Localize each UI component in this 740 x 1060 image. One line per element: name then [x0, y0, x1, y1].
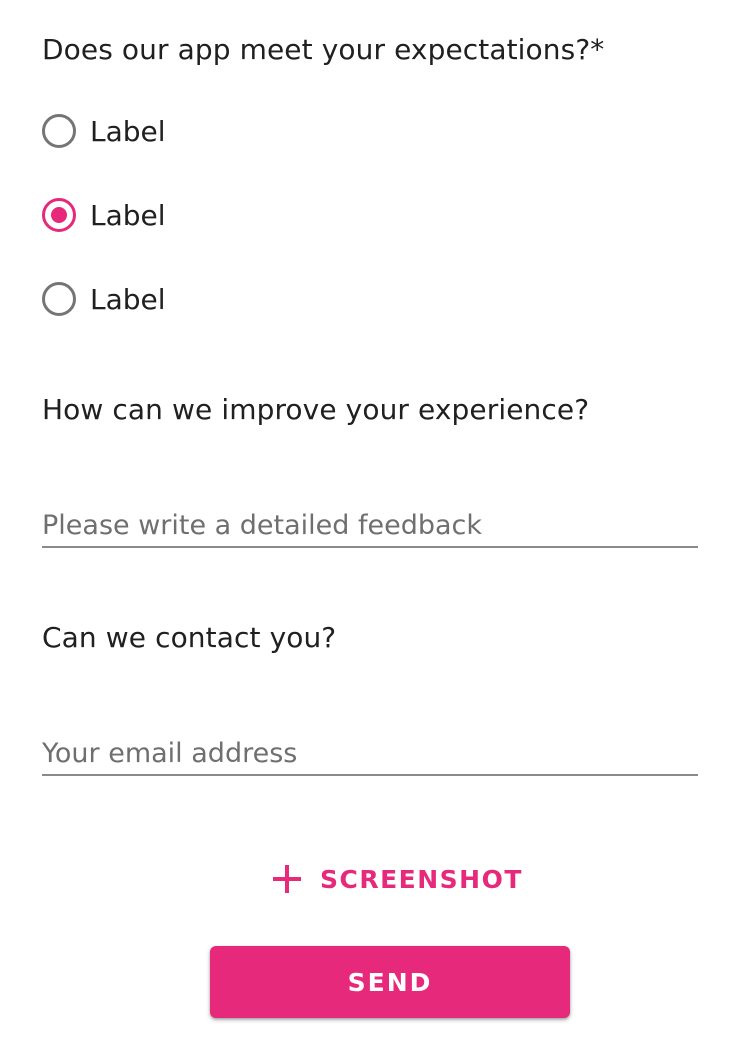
radio-label: Label — [90, 198, 166, 232]
email-field[interactable] — [42, 732, 698, 776]
email-input[interactable] — [42, 732, 698, 774]
expectation-question: Does our app meet your expectations?* — [42, 33, 605, 66]
improve-question: How can we improve your experience? — [42, 393, 590, 426]
radio-option-3[interactable]: Label — [42, 279, 166, 319]
feedback-field[interactable] — [42, 504, 698, 548]
radio-button-checked[interactable] — [42, 198, 76, 232]
radio-label: Label — [90, 114, 166, 148]
send-button[interactable]: SEND — [210, 946, 570, 1018]
plus-icon — [270, 862, 304, 896]
send-label: SEND — [347, 967, 433, 997]
contact-question: Can we contact you? — [42, 621, 337, 654]
radio-button-unchecked[interactable] — [42, 282, 76, 316]
radio-option-1[interactable]: Label — [42, 111, 166, 151]
radio-label: Label — [90, 282, 166, 316]
screenshot-label: SCREENSHOT — [320, 864, 523, 894]
radio-selected-dot — [51, 207, 67, 223]
radio-button-unchecked[interactable] — [42, 114, 76, 148]
add-screenshot-button[interactable]: SCREENSHOT — [270, 856, 523, 902]
feedback-input[interactable] — [42, 504, 698, 546]
radio-option-2[interactable]: Label — [42, 195, 166, 235]
